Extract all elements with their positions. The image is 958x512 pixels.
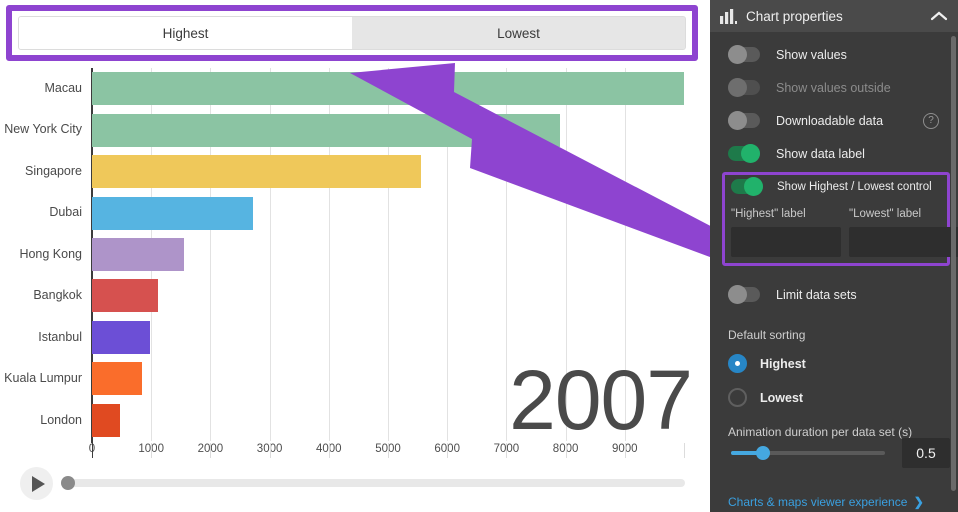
highest-lowest-control-highlight: Highest Lowest: [6, 5, 698, 61]
x-axis-tick-mark: [506, 443, 508, 458]
y-axis-label: Bangkok: [33, 288, 82, 303]
y-axis-label: Singapore: [25, 163, 82, 178]
timeline-slider-handle[interactable]: [61, 476, 75, 490]
bar: [92, 362, 143, 396]
tab-lowest[interactable]: Lowest: [352, 17, 685, 49]
question-mark-icon[interactable]: ?: [923, 112, 939, 129]
x-axis-tick-mark: [447, 443, 449, 458]
animation-duration-slider-track[interactable]: [731, 451, 885, 455]
row-show-highest-lowest-control[interactable]: Show Highest / Lowest control: [731, 177, 932, 196]
x-axis-tick-mark: [565, 443, 567, 458]
label-show-highest-lowest-control: Show Highest / Lowest control: [777, 180, 932, 193]
label-default-sorting: Default sorting: [728, 328, 806, 342]
y-axis-label: New York City: [4, 122, 82, 137]
year-label: 2007: [509, 352, 693, 447]
x-axis-tick-labels: 0100020003000400050006000700080009000: [0, 443, 710, 461]
toggle-show-data-label[interactable]: [728, 144, 760, 163]
y-axis-label: Dubai: [49, 205, 82, 220]
label-show-values: Show values: [776, 47, 847, 62]
row-show-data-label[interactable]: Show data label: [710, 137, 953, 170]
label-highest-field: "Highest" label: [731, 208, 806, 220]
viewer-experience-link[interactable]: Charts & maps viewer experience ❯: [728, 495, 924, 509]
play-icon[interactable]: [20, 467, 53, 500]
timeline-slider-track[interactable]: [62, 479, 685, 487]
y-axis-label: Istanbul: [38, 329, 82, 344]
toggle-downloadable-data[interactable]: [728, 111, 760, 130]
x-axis-tick-mark: [624, 443, 626, 458]
panel-header[interactable]: Chart properties: [710, 0, 958, 32]
radio-sorting-lowest[interactable]: [728, 388, 747, 407]
radio-sorting-highest[interactable]: [728, 354, 747, 373]
label-sorting-lowest: Lowest: [760, 390, 804, 405]
y-axis-label: Macau: [44, 81, 82, 95]
bar: [92, 196, 254, 230]
viewer-experience-link-label: Charts & maps viewer experience: [728, 495, 908, 509]
row-show-values[interactable]: Show values: [710, 38, 953, 71]
bar: [92, 155, 422, 189]
bar: [92, 238, 185, 271]
label-show-data-label: Show data label: [776, 146, 865, 161]
y-axis-label: Kuala Lumpur: [4, 371, 82, 386]
bar: [92, 320, 151, 354]
toggle-show-values[interactable]: [728, 45, 760, 64]
x-axis-tick-mark: [328, 443, 330, 458]
chart-preview-area: Highest Lowest Macau New York City Singapo…: [0, 0, 710, 512]
playback-controls: [0, 465, 710, 512]
toggle-show-values-outside[interactable]: [728, 78, 760, 97]
chevron-right-icon: ❯: [913, 495, 924, 509]
toggle-show-highest-lowest-control[interactable]: [731, 177, 763, 196]
animation-duration-slider-handle[interactable]: [756, 446, 771, 460]
radio-row-lowest[interactable]: Lowest: [728, 388, 803, 407]
lowest-label-input[interactable]: [849, 227, 958, 257]
y-axis-label: London: [40, 412, 82, 427]
highest-lowest-tabs[interactable]: Highest Lowest: [18, 16, 686, 50]
y-axis-category-labels: Macau New York City Singapore Dubai Hong Kon…: [0, 68, 90, 441]
bar: [92, 279, 158, 313]
label-show-values-outside: Show values outside: [776, 80, 891, 95]
bar: [92, 403, 121, 437]
bar-chart-icon: [720, 8, 737, 24]
tab-highest[interactable]: Highest: [19, 17, 352, 49]
chart-editor-screen: Highest Lowest Macau New York City Singapo…: [0, 0, 958, 512]
x-axis-tick-mark: [388, 443, 389, 458]
chart-properties-panel: Chart properties Show values Show values…: [710, 0, 958, 512]
panel-body: Show values Show values outside Download…: [710, 32, 958, 512]
highest-lowest-settings-highlight: Show Highest / Lowest control "Highest" …: [722, 172, 958, 266]
chevron-up-icon[interactable]: [930, 10, 948, 22]
label-lowest-field: "Lowest" label: [849, 208, 922, 220]
x-axis-tick-mark: [151, 443, 153, 458]
radio-row-highest[interactable]: Highest: [728, 354, 806, 373]
row-show-values-outside[interactable]: Show values outside: [710, 71, 953, 104]
x-axis-tick-mark: [92, 443, 93, 458]
label-downloadable-data: Downloadable data: [776, 113, 884, 128]
bar-chart: Macau New York City Singapore Dubai Hong Kon…: [0, 68, 710, 443]
animation-duration-value[interactable]: 0.5: [902, 438, 950, 468]
row-limit-data-sets[interactable]: Limit data sets: [710, 278, 953, 311]
x-axis-tick-mark: [269, 443, 271, 458]
toggle-limit-data-sets[interactable]: [728, 285, 760, 304]
panel-title: Chart properties: [746, 8, 843, 24]
bar: [92, 113, 560, 147]
bar: [92, 72, 684, 106]
label-limit-data-sets: Limit data sets: [776, 287, 857, 302]
label-animation-duration: Animation duration per data set (s): [728, 425, 913, 439]
y-axis-label: Hong Kong: [19, 246, 82, 261]
panel-scrollbar[interactable]: [951, 36, 956, 491]
row-downloadable-data[interactable]: Downloadable data ?: [710, 104, 953, 137]
x-axis-tick-mark: [684, 443, 685, 458]
x-axis-tick-mark: [210, 443, 212, 458]
label-sorting-highest: Highest: [760, 356, 806, 371]
highest-label-input[interactable]: [731, 227, 841, 257]
